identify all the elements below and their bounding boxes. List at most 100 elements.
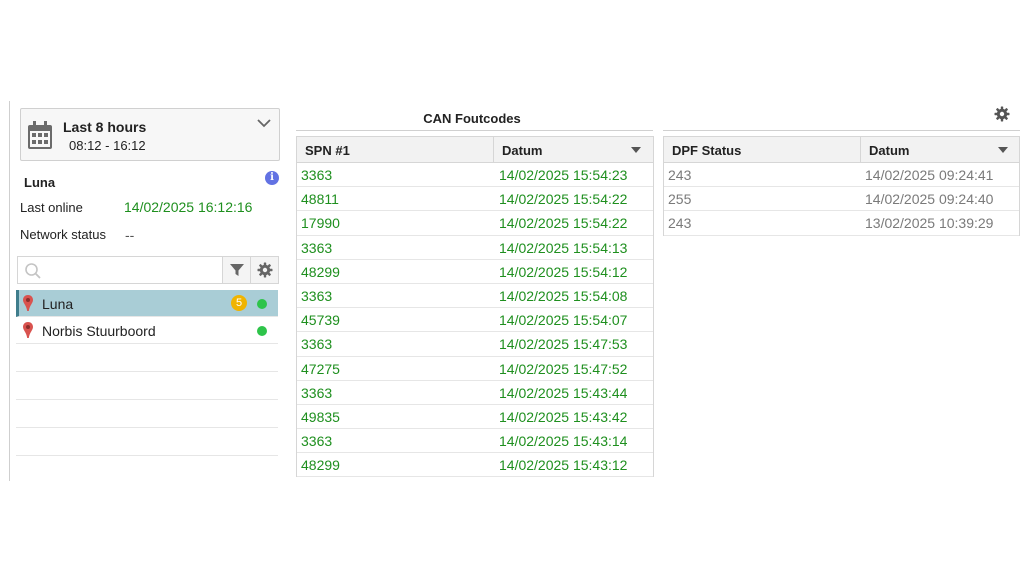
title-divider xyxy=(296,130,653,131)
table-row[interactable]: 3363 14/02/2025 15:43:44 xyxy=(297,381,653,405)
table-row[interactable]: 243 14/02/2025 09:24:41 xyxy=(664,163,1019,188)
table-cell-datum: 14/02/2025 15:54:07 xyxy=(499,312,628,329)
table-cell-datum: 13/02/2025 10:39:29 xyxy=(865,215,994,232)
table-cell-code: 3363 xyxy=(301,384,333,401)
app-root: Last 8 hours 08:12 - 16:12 Luna i Last o… xyxy=(9,101,1021,481)
table-row[interactable]: 3363 14/02/2025 15:43:14 xyxy=(297,429,653,454)
table-header: DPF Status Datum xyxy=(664,137,1019,163)
table-cell-datum: 14/02/2025 15:47:52 xyxy=(499,360,628,377)
table-cell-code: 48299 xyxy=(301,263,340,280)
filter-icon xyxy=(230,264,244,276)
table-cell-datum: 14/02/2025 09:24:41 xyxy=(865,167,994,183)
can-fault-codes-panel: CAN Foutcodes SPN #1 Datum 3363 14/02/202… xyxy=(296,101,654,481)
table-cell-datum: 14/02/2025 09:24:40 xyxy=(865,191,994,208)
table-cell-datum: 14/02/2025 15:43:12 xyxy=(499,457,628,474)
column-header-datum[interactable]: Datum xyxy=(502,143,542,158)
table-cell-code: 45739 xyxy=(301,312,340,329)
table-cell-datum: 14/02/2025 15:54:13 xyxy=(499,239,628,256)
title-divider xyxy=(663,130,1020,131)
table-row[interactable]: 255 14/02/2025 09:24:40 xyxy=(664,187,1019,212)
last-online-label: Last online xyxy=(20,200,83,215)
time-range-value: 08:12 - 16:12 xyxy=(69,138,146,153)
table-cell-code: 3363 xyxy=(301,336,333,353)
table-row[interactable]: 17990 14/02/2025 15:54:22 xyxy=(297,211,653,236)
list-settings-button[interactable] xyxy=(250,257,278,283)
empty-list-row xyxy=(16,344,278,372)
table-body: 3363 14/02/2025 15:54:23 48811 14/02/2025 1… xyxy=(297,163,653,478)
vehicle-search-bar xyxy=(17,256,279,284)
table-row[interactable]: 49835 14/02/2025 15:43:42 xyxy=(297,405,653,430)
search-icon xyxy=(25,263,41,279)
search-input[interactable] xyxy=(48,260,218,280)
notification-badge: 5 xyxy=(231,295,247,311)
network-status-label: Network status xyxy=(20,227,106,242)
table-cell-code: 3363 xyxy=(301,167,333,183)
time-range-selector[interactable]: Last 8 hours 08:12 - 16:12 xyxy=(20,108,280,161)
table-cell-code: 3363 xyxy=(301,239,333,256)
table-row[interactable]: 3363 14/02/2025 15:47:53 xyxy=(297,332,653,357)
gear-icon[interactable] xyxy=(994,106,1010,122)
table-cell-datum: 14/02/2025 15:54:08 xyxy=(499,287,628,304)
table-row[interactable]: 47275 14/02/2025 15:47:52 xyxy=(297,357,653,381)
table-row[interactable]: 48299 14/02/2025 15:54:12 xyxy=(297,260,653,284)
gear-icon xyxy=(257,262,273,278)
table-row[interactable]: 243 13/02/2025 10:39:29 xyxy=(664,211,1019,236)
chevron-down-icon[interactable] xyxy=(257,118,271,128)
table-cell-datum: 14/02/2025 15:43:44 xyxy=(499,384,628,401)
panel-divider xyxy=(9,101,10,481)
table-cell-code: 3363 xyxy=(301,287,333,304)
table-cell-code: 243 xyxy=(668,215,692,232)
table-cell-code: 49835 xyxy=(301,408,340,425)
calendar-icon xyxy=(28,121,52,149)
table-cell-datum: 14/02/2025 15:54:12 xyxy=(499,263,628,280)
sort-down-icon[interactable] xyxy=(998,147,1008,153)
map-pin-icon xyxy=(23,295,33,311)
table-cell-code: 48299 xyxy=(301,457,340,474)
table-cell-code: 243 xyxy=(668,167,692,183)
column-separator xyxy=(860,137,861,162)
filter-button[interactable] xyxy=(222,257,250,283)
table-row[interactable]: 3363 14/02/2025 15:54:13 xyxy=(297,236,653,260)
can-fault-table: SPN #1 Datum 3363 14/02/2025 15:54:23 4881… xyxy=(296,136,654,478)
table-cell-datum: 14/02/2025 15:54:22 xyxy=(499,215,628,232)
table-cell-code: 47275 xyxy=(301,360,340,377)
map-pin-icon xyxy=(23,322,33,338)
empty-list-row xyxy=(16,372,278,400)
column-header-spn[interactable]: SPN #1 xyxy=(305,143,350,158)
vehicle-panel: Last 8 hours 08:12 - 16:12 Luna i Last o… xyxy=(16,101,288,481)
table-cell-datum: 14/02/2025 15:47:53 xyxy=(499,336,628,353)
column-header-dpf-status[interactable]: DPF Status xyxy=(672,143,741,158)
vehicle-list-item[interactable]: Norbis Stuurboord xyxy=(16,317,278,344)
empty-list-row xyxy=(16,400,278,428)
table-cell-datum: 14/02/2025 15:54:23 xyxy=(499,167,628,183)
table-cell-datum: 14/02/2025 15:43:42 xyxy=(499,408,628,425)
can-panel-title: CAN Foutcodes xyxy=(423,111,521,126)
online-status-dot xyxy=(257,299,267,309)
column-header-datum[interactable]: Datum xyxy=(869,143,909,158)
info-icon[interactable]: i xyxy=(265,171,279,185)
table-row[interactable]: 3363 14/02/2025 15:54:23 xyxy=(297,163,653,188)
table-cell-datum: 14/02/2025 15:54:22 xyxy=(499,191,628,208)
column-separator xyxy=(493,137,494,162)
table-cell-datum: 14/02/2025 15:43:14 xyxy=(499,433,628,450)
table-cell-code: 17990 xyxy=(301,215,340,232)
network-status-value: -- xyxy=(125,227,135,243)
sort-down-icon[interactable] xyxy=(631,147,641,153)
table-cell-code: 48811 xyxy=(301,191,339,208)
table-row[interactable]: 3363 14/02/2025 15:54:08 xyxy=(297,284,653,309)
vehicle-list-item[interactable]: Luna 5 xyxy=(16,290,278,317)
vehicle-list-item-label: Luna xyxy=(42,296,74,312)
table-body: 243 14/02/2025 09:24:41 255 14/02/2025 09:2… xyxy=(664,163,1019,236)
dpf-status-panel: DPF Status Datum 243 14/02/2025 09:24:41 2… xyxy=(663,101,1021,481)
table-header: SPN #1 Datum xyxy=(297,137,653,163)
table-row[interactable]: 45739 14/02/2025 15:54:07 xyxy=(297,308,653,333)
dpf-status-table: DPF Status Datum 243 14/02/2025 09:24:41 2… xyxy=(663,136,1020,236)
table-cell-code: 255 xyxy=(668,191,692,208)
last-online-value: 14/02/2025 16:12:16 xyxy=(124,199,253,215)
table-row[interactable]: 48811 14/02/2025 15:54:22 xyxy=(297,187,653,212)
online-status-dot xyxy=(257,326,267,336)
table-row[interactable]: 48299 14/02/2025 15:43:12 xyxy=(297,453,653,478)
vehicle-name: Luna xyxy=(24,175,56,190)
empty-list-row xyxy=(16,428,278,456)
table-cell-code: 3363 xyxy=(301,433,333,450)
